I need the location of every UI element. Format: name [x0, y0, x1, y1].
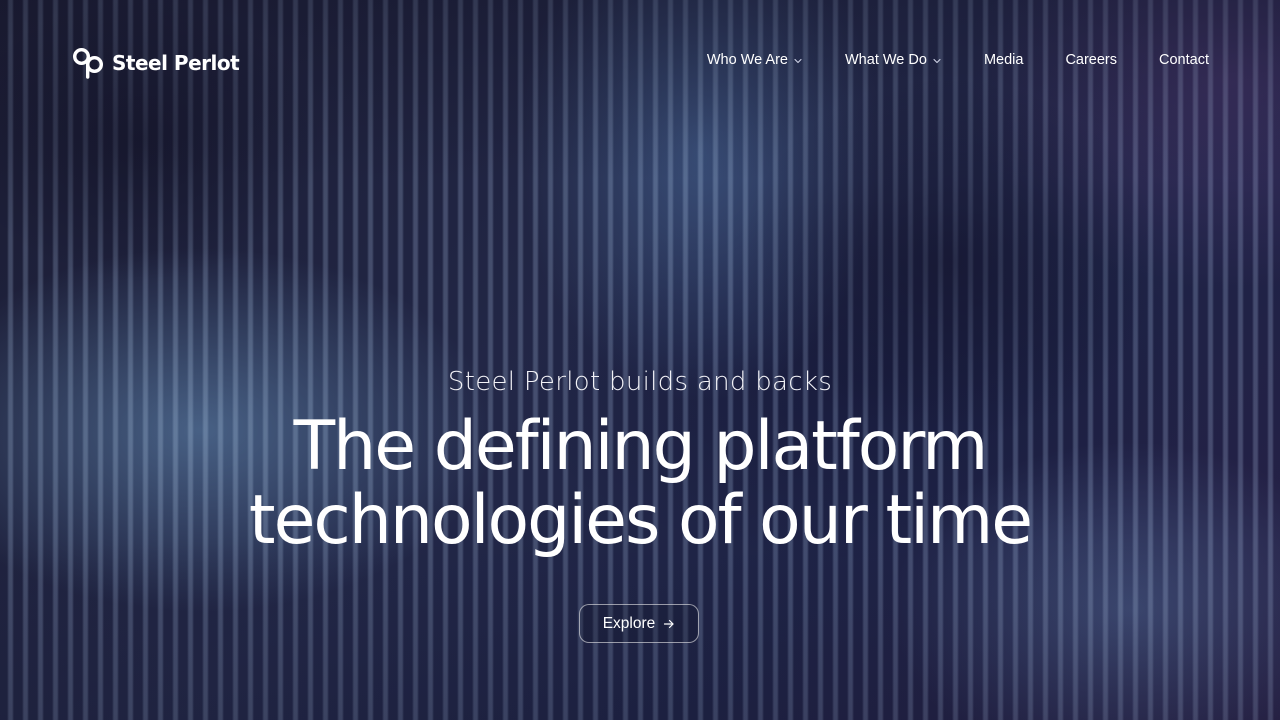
nav-item-media[interactable]: Media: [984, 52, 1024, 68]
chevron-down-icon: [794, 58, 802, 63]
chevron-down-icon: [933, 58, 941, 63]
brand-name: Steel Perlot: [112, 51, 240, 75]
logo-link[interactable]: Steel Perlot: [72, 47, 240, 79]
nav-item-label: Careers: [1065, 52, 1118, 68]
nav-item-who-we-are[interactable]: Who We Are: [707, 52, 803, 68]
hero-eyebrow: Steel Perlot builds and backs: [447, 367, 833, 397]
page: Steel Perlot Who We Are What We Do Media…: [0, 0, 1280, 720]
nav-item-label: What We Do: [845, 52, 927, 68]
hero: Steel Perlot builds and backs The defini…: [0, 360, 1280, 558]
arrow-right-icon: [664, 619, 674, 628]
nav-item-contact[interactable]: Contact: [1159, 52, 1209, 68]
hero-headline-line-1: The defining platform: [293, 407, 989, 486]
nav-item-label: Media: [983, 52, 1024, 68]
site-header: Steel Perlot Who We Are What We Do Media…: [0, 0, 1280, 120]
nav-item-what-we-do[interactable]: What We Do: [845, 52, 942, 68]
main-nav: Who We Are What We Do Media Careers Cont…: [707, 50, 1209, 70]
nav-item-careers[interactable]: Careers: [1065, 52, 1117, 68]
hero-headline: The defining platform technologies of ou…: [0, 410, 1280, 558]
hero-headline-line-2: technologies of our time: [248, 481, 1033, 560]
infinity-p-logo-icon: [72, 47, 104, 79]
explore-button[interactable]: Explore: [579, 604, 699, 643]
nav-item-label: Who We Are: [706, 52, 788, 68]
explore-button-label: Explore: [602, 614, 656, 632]
nav-item-label: Contact: [1159, 52, 1209, 68]
